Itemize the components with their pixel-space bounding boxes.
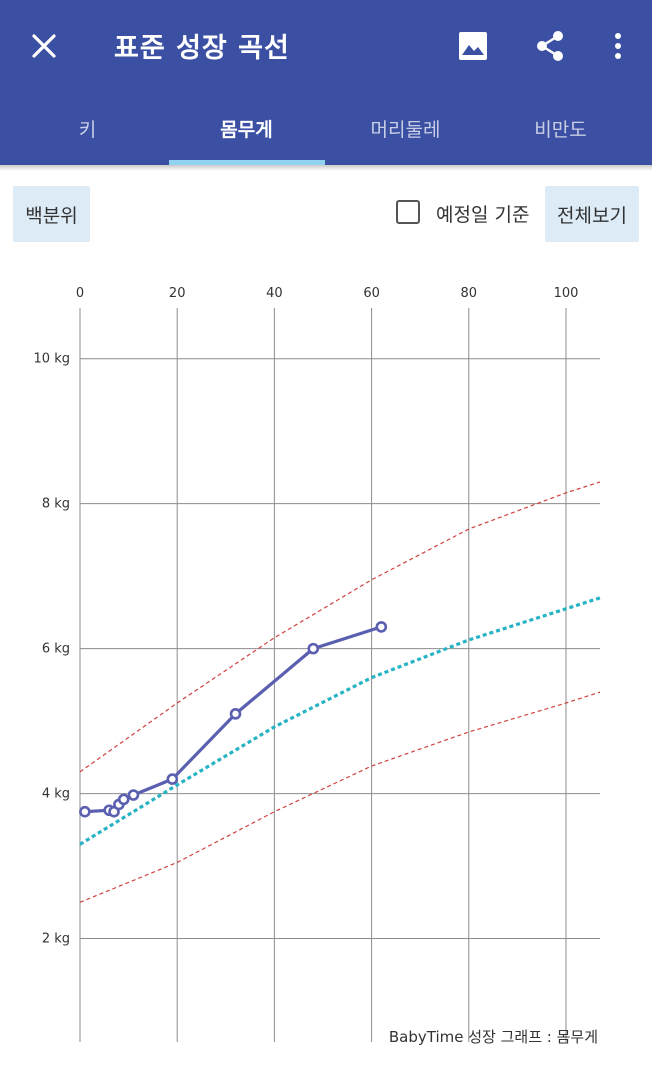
median-line <box>79 596 601 846</box>
tab-weight[interactable]: 몸무게 <box>165 92 328 165</box>
tab-head-circumference[interactable]: 머리둘레 <box>324 92 487 165</box>
more-vert-icon <box>615 33 621 59</box>
y-axis-ticks: 2 kg 4 kg 6 kg 8 kg 10 kg <box>34 352 70 947</box>
percentile-button[interactable]: 백분위 <box>13 186 90 242</box>
measured-point <box>79 805 91 818</box>
due-date-checkbox[interactable] <box>396 200 420 224</box>
growth-chart: 0 20 40 60 80 100 2 kg 4 kg 6 kg 8 kg 10 kg BabyT… <box>34 286 601 1046</box>
x-tick-label: 0 <box>76 286 84 301</box>
x-tick-label: 100 <box>554 286 579 301</box>
image-button[interactable] <box>449 22 497 70</box>
y-tick-label: 10 kg <box>34 352 70 367</box>
y-tick-label: 8 kg <box>42 497 70 512</box>
x-tick-label: 20 <box>169 286 186 301</box>
app-bar: 표준 성장 곡선 <box>0 0 652 92</box>
appbar-shadow <box>0 165 652 171</box>
due-date-label: 예정일 기준 <box>436 204 530 226</box>
measured-line <box>84 625 382 814</box>
x-tick-label: 80 <box>461 286 478 301</box>
x-axis-ticks: 0 20 40 60 80 100 <box>76 286 579 301</box>
close-button[interactable] <box>22 24 66 68</box>
y-tick-label: 4 kg <box>42 787 70 802</box>
chart-series <box>79 481 601 903</box>
chart-grid <box>79 308 600 1042</box>
measured-point <box>117 793 130 806</box>
tab-bar: 키 몸무게 머리둘레 비만도 <box>0 92 652 165</box>
view-all-button[interactable]: 전체보기 <box>545 186 639 242</box>
measured-point <box>229 708 242 720</box>
chart-footer: BabyTime 성장 그래프 : 몸무게 <box>389 1028 598 1046</box>
y-tick-label: 6 kg <box>42 642 70 657</box>
tab-bmi[interactable]: 비만도 <box>479 92 642 165</box>
measured-point <box>127 789 140 801</box>
upper-line <box>79 481 601 773</box>
y-tick-label: 2 kg <box>42 932 70 947</box>
measured-point <box>307 642 320 655</box>
share-button[interactable] <box>526 22 574 70</box>
share-icon <box>537 31 563 61</box>
measured-point <box>375 621 388 633</box>
more-button[interactable] <box>594 22 642 70</box>
x-tick-label: 40 <box>266 286 283 301</box>
image-icon <box>459 32 487 60</box>
measured-point <box>166 773 179 785</box>
close-icon <box>32 34 56 58</box>
x-tick-label: 60 <box>363 286 380 301</box>
page-title: 표준 성장 곡선 <box>114 33 290 64</box>
tab-height[interactable]: 키 <box>6 92 169 165</box>
